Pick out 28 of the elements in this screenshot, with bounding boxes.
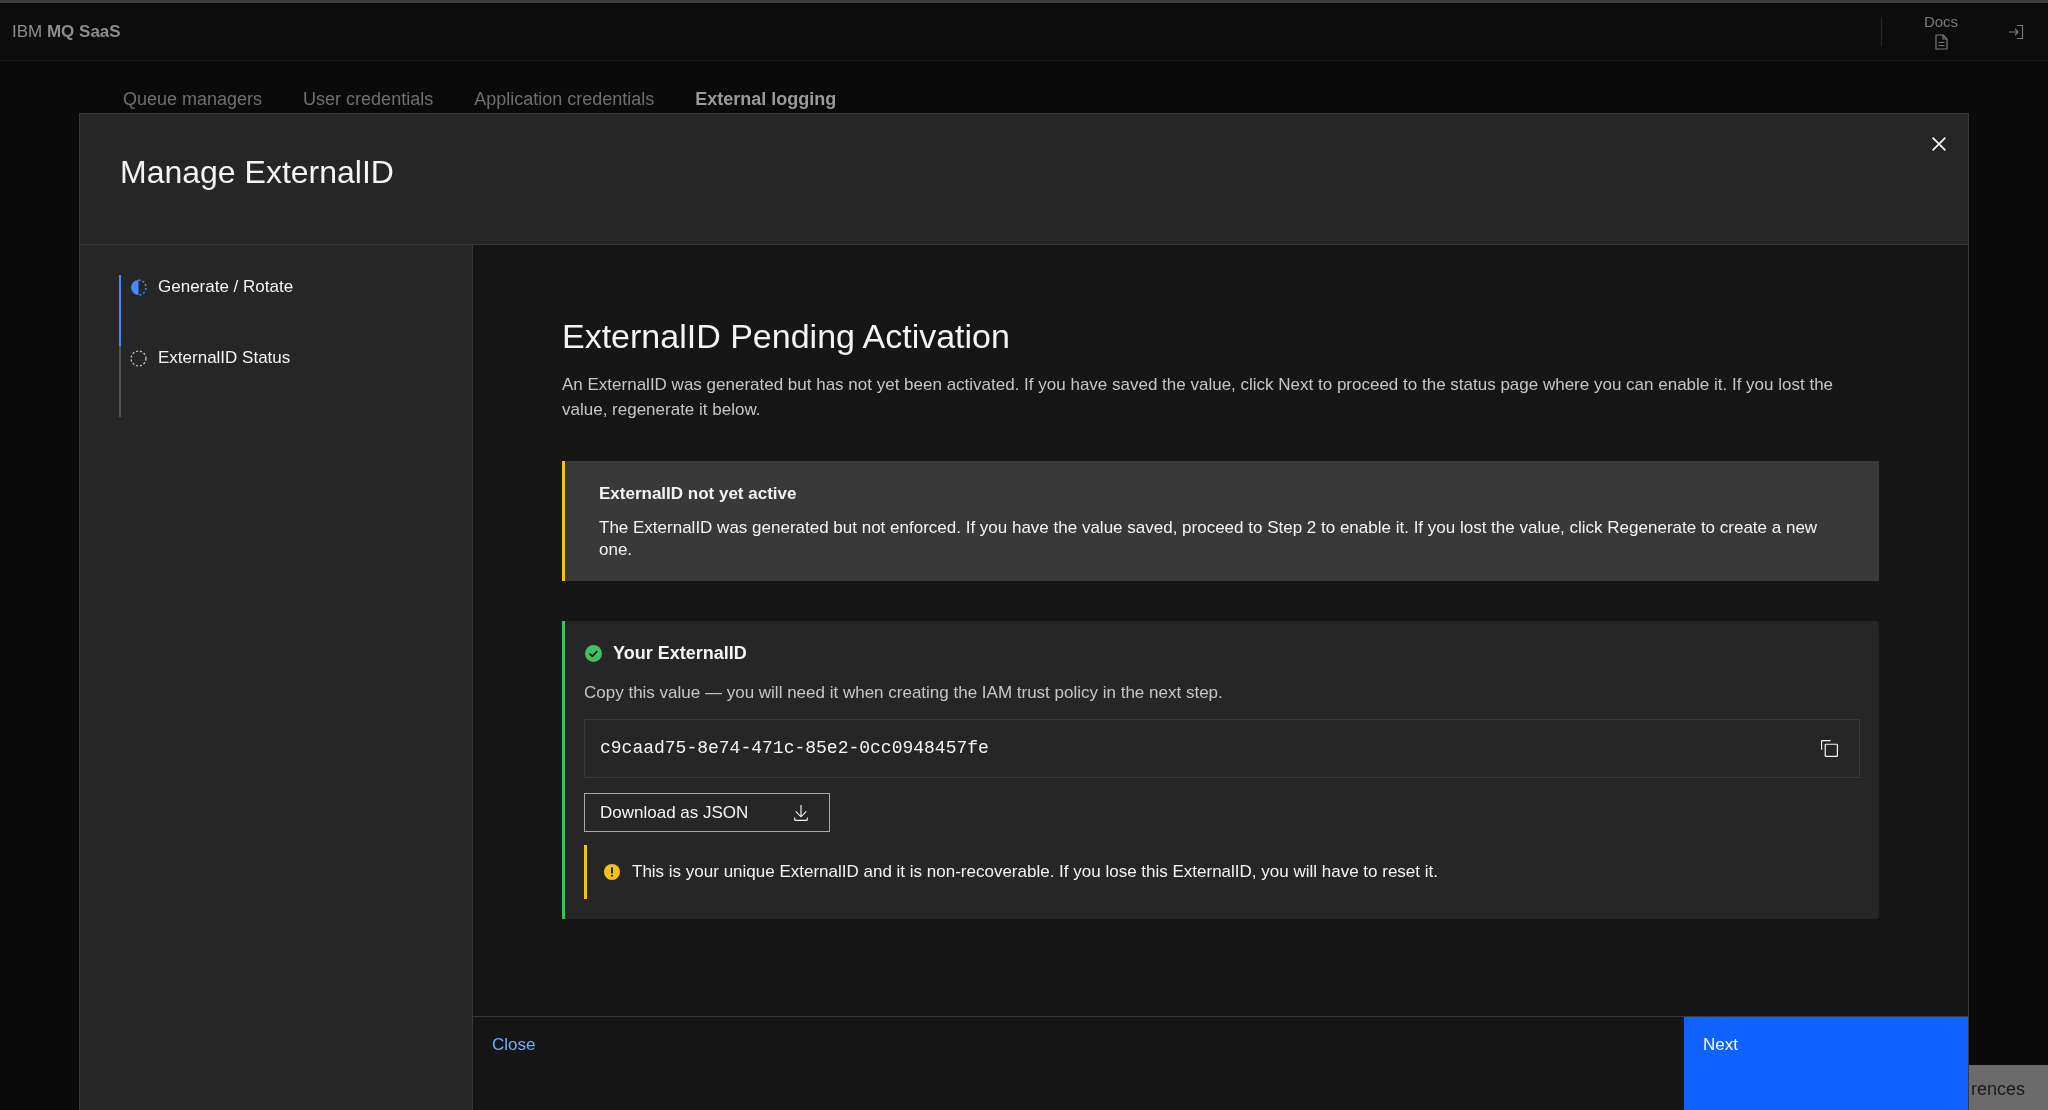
externalid-field[interactable]: c9caad75-8e74-471c-85e2-0cc0948457fe [584, 719, 1860, 778]
warning-icon [604, 864, 620, 880]
tab[interactable]: Application credentials [474, 89, 655, 109]
tab[interactable]: User credentials [303, 89, 434, 109]
externalid-value: c9caad75-8e74-471c-85e2-0cc0948457fe [600, 737, 989, 760]
notification-title: ExternalID not yet active [599, 483, 798, 505]
download-button[interactable]: Download as JSON [584, 793, 830, 832]
copy-icon [1820, 740, 1838, 757]
section-heading: ExternalID Pending Activation [562, 316, 1011, 356]
close-footer-button[interactable]: Close [473, 1017, 555, 1073]
tab[interactable]: Queue managers [123, 89, 263, 109]
arrow-into-bracket-icon [2008, 23, 2024, 40]
brand-name: IBM MQ SaaS [11, 20, 121, 43]
next-button[interactable]: Next [1684, 1017, 1968, 1110]
half-filled-circle-icon [130, 279, 147, 296]
dashed-circle-icon [130, 350, 147, 367]
document-icon [1934, 34, 1948, 50]
modal-title: Manage ExternalID [119, 153, 394, 191]
docs-link[interactable]: Docs [1882, 13, 2000, 50]
tab[interactable]: External logging [695, 89, 837, 109]
check-circle-icon [585, 644, 602, 662]
notification-body: The ExternalID was generated but not enforced. If you have the value saved, proceed to Step 2 to enable it. If you lost the value, click Regenerate to create a new one. [599, 517, 1819, 561]
close-icon [1932, 137, 1946, 151]
download-icon [794, 804, 808, 821]
section-description: An ExternalID was generated but has not yet been activated. If you have saved the value, click Next to proceed to the status page where you can enable it. If you lost the value, regenerate it below. [562, 374, 1835, 421]
card-description: Copy this value — you will need it when creating the IAM trust policy in the next step. [584, 682, 1224, 704]
card-title: Your ExternalID [613, 642, 747, 665]
warning-text: This is your unique ExternalID and it is non-recoverable. If you lose this ExternalID, you will have to reset it. [632, 861, 1438, 883]
